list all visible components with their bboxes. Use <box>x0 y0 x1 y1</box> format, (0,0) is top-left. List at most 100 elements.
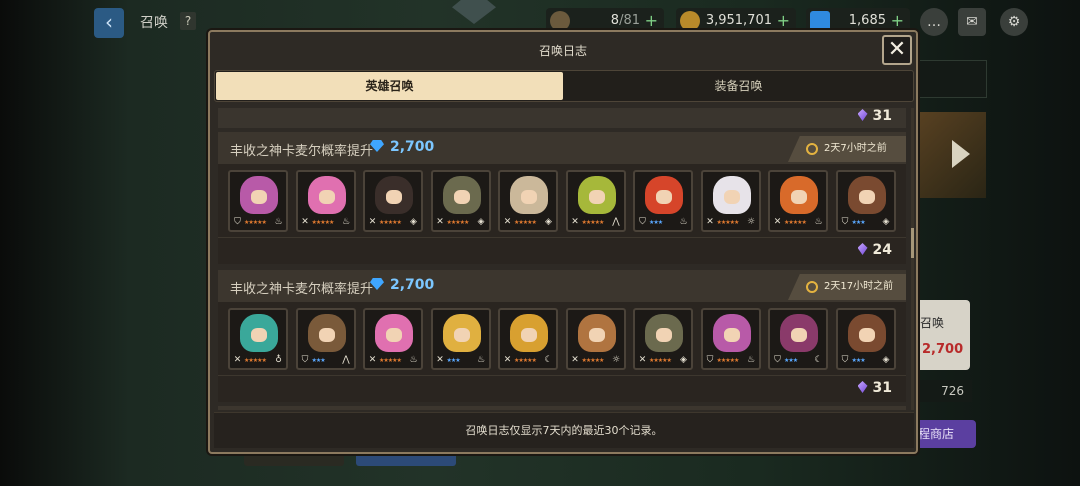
summon-record: 丰收之神卡麦尔概率提升 2,700 2天17小时之前 ✕ ★★★★★ ♁ ⛉ ★★★ ⋀ ✕… <box>218 270 906 402</box>
hero-stars: ★★★★★ <box>244 357 267 364</box>
background-panel <box>912 60 987 98</box>
hero-card-beige-hood-girl[interactable]: ✕ ★★★★★ ◈ <box>498 170 558 232</box>
scrollbar-thumb[interactable] <box>911 228 914 258</box>
hero-portrait <box>510 314 548 352</box>
hero-card-pink-hair-cat-girl[interactable]: ⛉ ★★★★★ ♨ <box>228 170 288 232</box>
close-button[interactable]: ✕ <box>882 35 912 65</box>
mail-button[interactable]: ✉ <box>958 8 986 36</box>
sword-class-icon: ✕ <box>571 217 579 227</box>
clock-icon <box>806 143 818 155</box>
hero-card-blonde-vampire[interactable]: ✕ ★★★★★ ☾ <box>498 308 558 370</box>
record-time-text: 2天7小时之前 <box>824 143 887 154</box>
basic-element-icon: ◈ <box>410 217 417 227</box>
chat-button[interactable]: … <box>920 8 948 36</box>
tab-bar: 英雄召唤 装备召唤 <box>214 70 914 102</box>
sword-class-icon: ✕ <box>233 355 242 365</box>
hero-stars: ★★★ <box>446 357 461 364</box>
hero-card-black-cloak-knight[interactable]: ✕ ★★★★★ ◈ <box>363 170 423 232</box>
record-time: 2天17小时之前 <box>788 274 906 300</box>
dark-element-icon: ☾ <box>544 355 553 365</box>
basic-element-icon: ◈ <box>545 217 552 227</box>
help-button[interactable]: ? <box>180 12 196 30</box>
summon-count: 24 <box>857 242 892 258</box>
summon-count-value: 24 <box>872 242 892 258</box>
sword-class-icon: ✕ <box>503 355 512 365</box>
background-card-text: 召唤 <box>920 316 945 330</box>
hero-card-soldier-boy[interactable]: ✕ ★★★★★ ◈ <box>633 308 693 370</box>
summon-log-list[interactable]: 31 丰收之神卡麦尔概率提升 2,700 2天7小时之前 ⛉ ★★★★★ ♨ ✕ ★★★… <box>214 108 914 410</box>
shield-class-icon: ⛉ <box>706 355 714 365</box>
list-scrollbar[interactable] <box>911 108 914 410</box>
settings-button[interactable]: ⚙ <box>1000 8 1028 36</box>
sword-class-icon: ✕ <box>436 217 444 227</box>
summon-count-value: 31 <box>872 380 892 396</box>
clock-icon <box>806 281 818 293</box>
gold-value: 3,951,701 <box>705 13 772 28</box>
hero-stars: ★★★★★ <box>716 219 740 226</box>
earth-element-icon: ⋀ <box>612 217 620 227</box>
stamina-max: /81 <box>619 13 640 28</box>
light-element-icon: ☼ <box>611 355 621 365</box>
hero-card-brown-hair-girl[interactable]: ⛉ ★★★ ◈ <box>835 308 896 370</box>
close-icon: ✕ <box>887 37 907 62</box>
previous-record-footer: 31 <box>218 108 906 128</box>
hero-stars: ★★★★★ <box>446 219 470 226</box>
fire-element-icon: ♨ <box>476 355 486 365</box>
tab-hero-summon[interactable]: 英雄召唤 <box>216 72 563 100</box>
record-price: 2,700 <box>370 139 434 155</box>
log-footer-note: 召唤日志仅显示7天内的最近30个记录。 <box>214 412 914 448</box>
hero-card-blonde-warrior[interactable]: ✕ ★★★ ♨ <box>430 308 491 370</box>
background-bottom-button <box>244 452 344 466</box>
gold-coin-icon <box>680 11 700 31</box>
hero-card-teal-hair-mage[interactable]: ✕ ★★★★★ ♁ <box>228 308 288 370</box>
hero-card-pink-hair-girl[interactable]: ✕ ★★★★★ ♨ <box>295 170 356 232</box>
settings-gear-icon: ⚙ <box>1007 14 1021 30</box>
diamond-icon <box>370 140 384 152</box>
hero-portrait <box>240 314 278 352</box>
hero-card-soldier-boy[interactable]: ✕ ★★★★★ ◈ <box>430 170 491 232</box>
background-bottom-button <box>356 452 456 466</box>
back-button[interactable]: ‹ <box>94 8 124 38</box>
record-title: 丰收之神卡麦尔概率提升 <box>230 282 374 297</box>
record-header: 丰收之神卡麦尔概率提升 2,700 2天17小时之前 <box>218 270 906 302</box>
sword-class-icon: ✕ <box>571 355 579 365</box>
shield-class-icon: ⛉ <box>234 217 241 227</box>
purple-gem-icon <box>857 381 868 393</box>
hero-stars: ★★★★★ <box>514 357 537 364</box>
shield-class-icon: ⛉ <box>841 355 849 365</box>
hero-portrait <box>645 176 683 214</box>
hero-card-red-fox-spirit[interactable]: ⛉ ★★★ ♨ <box>633 170 693 232</box>
chat-icon: … <box>927 14 941 30</box>
hero-card-stone-golem[interactable]: ⛉ ★★★ ⋀ <box>295 308 356 370</box>
hero-stars: ★★★★★ <box>379 219 402 226</box>
hero-card-pink-hair-cat-girl[interactable]: ⛉ ★★★★★ ♨ <box>700 308 761 370</box>
water-element-icon: ♁ <box>275 355 282 365</box>
sword-class-icon: ✕ <box>706 217 714 227</box>
hero-portrait <box>577 314 616 352</box>
hero-card-orange-fox-girl[interactable]: ✕ ★★★★★ ♨ <box>768 170 828 232</box>
hero-card-green-hair-elf[interactable]: ✕ ★★★★★ ⋀ <box>565 170 626 232</box>
record-header: 丰收之神卡麦尔概率提升 2,700 2天7小时之前 <box>218 132 906 164</box>
hero-card-brown-hair-girl[interactable]: ⛉ ★★★ ◈ <box>835 170 896 232</box>
hero-portrait <box>510 176 548 214</box>
hero-card-pink-hair-girl[interactable]: ✕ ★★★★★ ♨ <box>363 308 423 370</box>
hero-stars: ★★★ <box>851 357 866 364</box>
basic-element-icon: ◈ <box>882 355 890 365</box>
tab-equipment-summon[interactable]: 装备召唤 <box>565 72 912 100</box>
dark-element-icon: ☾ <box>814 355 823 365</box>
basic-element-icon: ◈ <box>680 355 687 365</box>
record-hero-row: ✕ ★★★★★ ♁ ⛉ ★★★ ⋀ ✕ ★★★★★ ♨ ✕ ★★★ ♨ ✕ ★★★★★ ☾ ✕ ★★★★★ ☼ ✕ ★… <box>218 302 906 376</box>
hero-stars: ★★★★★ <box>379 357 402 364</box>
record-footer: 24 <box>218 238 906 264</box>
hero-card-monkey-boy[interactable]: ✕ ★★★★★ ☼ <box>565 308 626 370</box>
sword-class-icon: ✕ <box>503 217 512 227</box>
sword-class-icon: ✕ <box>368 217 377 227</box>
hero-card-white-tiger[interactable]: ✕ ★★★★★ ☼ <box>700 170 761 232</box>
sword-class-icon: ✕ <box>436 355 444 365</box>
hero-card-horned-demon-girl[interactable]: ⛉ ★★★ ☾ <box>768 308 828 370</box>
sword-class-icon: ✕ <box>368 355 377 365</box>
summon-count: 31 <box>857 108 892 124</box>
hero-portrait <box>375 176 413 214</box>
gem-value: 1,685 <box>848 13 886 28</box>
page-title: 召唤 <box>140 15 168 31</box>
